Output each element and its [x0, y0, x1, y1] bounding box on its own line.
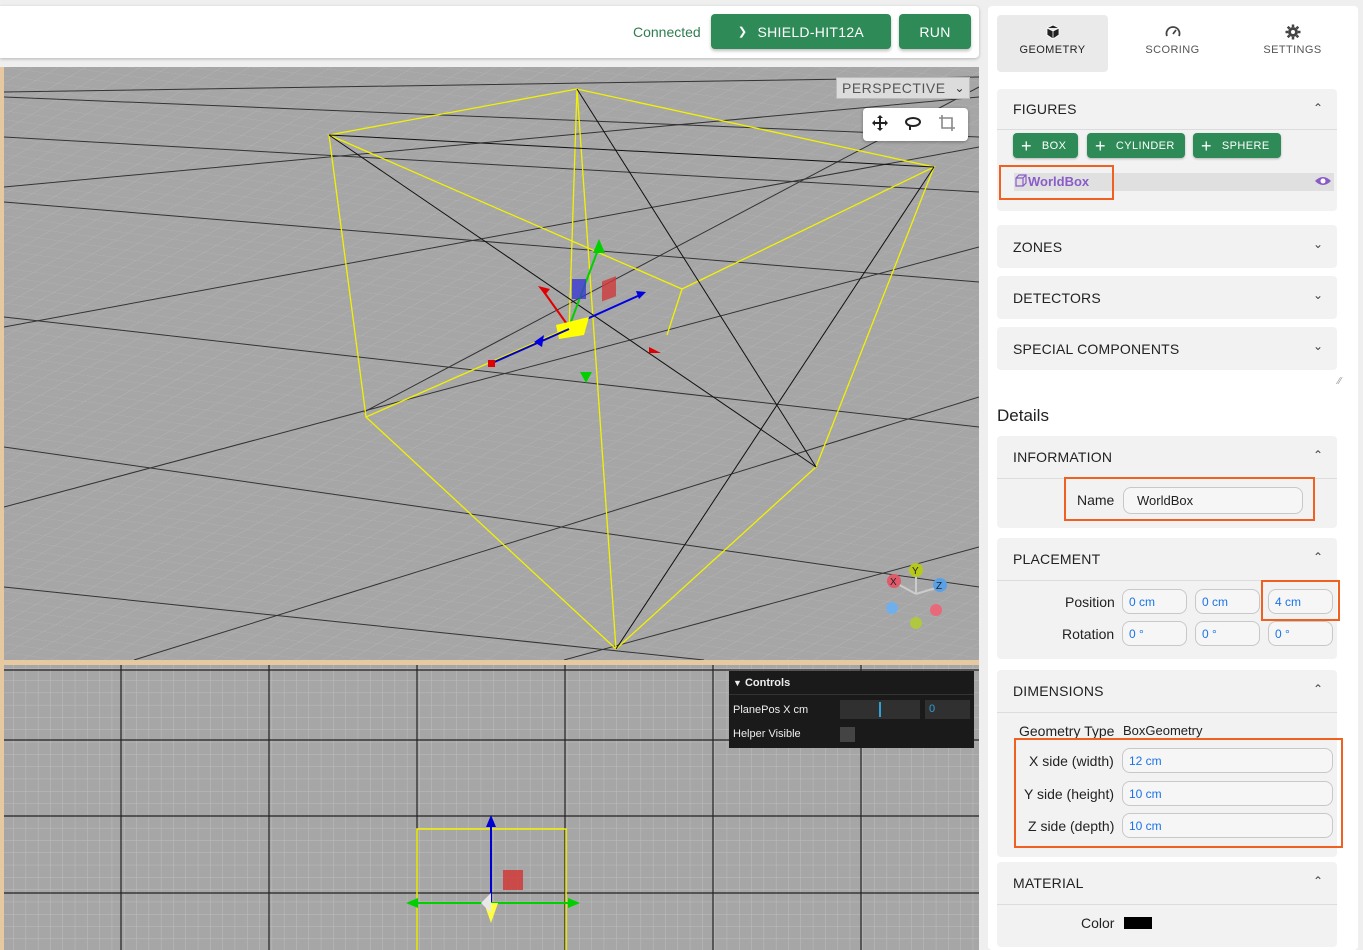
- tab-scoring-label: SCORING: [1145, 44, 1200, 56]
- connection-status: Connected: [633, 24, 701, 40]
- slider-handle[interactable]: [879, 702, 881, 717]
- chevron-down-icon[interactable]: ⌄: [1313, 339, 1323, 353]
- plus-icon: +: [1095, 135, 1106, 156]
- add-sphere-button[interactable]: + SPHERE: [1193, 133, 1281, 158]
- controls-panel: ▼ Controls PlanePos X cm 0 Helper Visibl…: [729, 671, 974, 748]
- color-swatch[interactable]: [1124, 917, 1152, 929]
- svg-text:X: X: [890, 577, 897, 588]
- dimensions-title: DIMENSIONS: [1013, 683, 1104, 699]
- chevron-down-icon: ⌄: [954, 81, 965, 95]
- chevron-down-icon[interactable]: ⌄: [1313, 237, 1323, 251]
- perspective-viewport[interactable]: Y X Z: [4, 67, 979, 660]
- highlight-dimensions: [1014, 738, 1343, 848]
- gauge-icon: [1117, 24, 1228, 40]
- gear-icon: [1237, 24, 1348, 40]
- position-label: Position: [1065, 594, 1115, 610]
- chevron-up-icon[interactable]: ⌃: [1313, 101, 1323, 115]
- geometry-type-value: BoxGeometry: [1123, 723, 1203, 738]
- move-icon[interactable]: [871, 114, 889, 137]
- plus-icon: +: [1021, 135, 1032, 156]
- svg-text:Y: Y: [912, 566, 919, 577]
- position-x-input[interactable]: [1122, 589, 1187, 614]
- details-heading: Details: [997, 406, 1049, 425]
- highlight-position-z: [1261, 580, 1340, 621]
- placement-title: PLACEMENT: [1013, 551, 1101, 567]
- tab-scoring[interactable]: SCORING: [1117, 15, 1228, 72]
- geometry-type-label: Geometry Type: [1019, 723, 1115, 739]
- figures-title: FIGURES: [1013, 101, 1077, 117]
- rotation-label: Rotation: [1062, 626, 1115, 642]
- add-cylinder-label: CYLINDER: [1115, 139, 1175, 152]
- chevron-down-icon[interactable]: ⌄: [1313, 288, 1323, 302]
- position-y-input[interactable]: [1195, 589, 1260, 614]
- special-components-section[interactable]: SPECIAL COMPONENTS ⌄: [997, 327, 1337, 370]
- chevron-up-icon[interactable]: ⌃: [1313, 682, 1323, 696]
- tab-settings-label: SETTINGS: [1263, 44, 1322, 56]
- rotate-icon[interactable]: [904, 114, 922, 137]
- detectors-title: DETECTORS: [1013, 290, 1101, 306]
- add-sphere-label: SPHERE: [1221, 139, 1270, 152]
- chevron-up-icon[interactable]: ⌃: [1313, 550, 1323, 564]
- chevron-down-icon: ❯: [737, 26, 748, 38]
- svg-text:Z: Z: [936, 581, 942, 592]
- scale-icon[interactable]: [938, 114, 956, 137]
- section-divider: [997, 712, 1337, 713]
- helper-visible-label: Helper Visible: [733, 728, 801, 740]
- camera-mode-value: PERSPECTIVE: [842, 80, 946, 96]
- highlight-worldbox-item: [999, 165, 1114, 200]
- device-label: SHIELD-HIT12A: [757, 23, 865, 40]
- plus-icon: +: [1201, 135, 1212, 156]
- run-button[interactable]: RUN: [899, 14, 971, 49]
- tab-geometry-label: GEOMETRY: [1019, 44, 1086, 56]
- camera-mode-select[interactable]: PERSPECTIVE ⌄: [836, 77, 970, 99]
- rotation-z-input[interactable]: [1268, 621, 1333, 646]
- material-title: MATERIAL: [1013, 875, 1084, 891]
- chevron-down-icon: ▼: [733, 678, 742, 688]
- controls-header[interactable]: ▼ Controls: [729, 671, 974, 695]
- color-label: Color: [1081, 915, 1115, 931]
- zones-title: ZONES: [1013, 239, 1063, 255]
- eye-icon[interactable]: [1314, 174, 1332, 193]
- resize-handle-icon[interactable]: ∕∕: [1338, 376, 1341, 387]
- section-divider: [997, 904, 1337, 905]
- chevron-up-icon[interactable]: ⌃: [1313, 448, 1323, 462]
- planepos-label: PlanePos X cm: [733, 704, 809, 716]
- add-box-button[interactable]: + BOX: [1013, 133, 1078, 158]
- planepos-slider[interactable]: [840, 700, 920, 719]
- top-bar: Connected ❯ SHIELD-HIT12A RUN: [0, 6, 979, 58]
- cube-icon: [997, 24, 1108, 40]
- device-select-button[interactable]: ❯ SHIELD-HIT12A: [711, 14, 891, 49]
- scene-3d: Y X Z: [4, 67, 979, 660]
- tab-geometry[interactable]: GEOMETRY: [997, 15, 1108, 72]
- material-section: MATERIAL ⌃: [997, 862, 1337, 947]
- detectors-section[interactable]: DETECTORS ⌄: [997, 276, 1337, 319]
- transform-toolbox: [863, 108, 968, 141]
- special-components-title: SPECIAL COMPONENTS: [1013, 341, 1180, 357]
- planepos-input[interactable]: 0: [925, 700, 970, 719]
- add-box-label: BOX: [1041, 139, 1067, 152]
- section-divider: [997, 129, 1337, 130]
- controls-title: Controls: [744, 677, 791, 689]
- highlight-name-field: [1064, 477, 1315, 521]
- zones-section[interactable]: ZONES ⌄: [997, 225, 1337, 268]
- tab-settings[interactable]: SETTINGS: [1237, 15, 1348, 72]
- rotation-y-input[interactable]: [1195, 621, 1260, 646]
- add-cylinder-button[interactable]: + CYLINDER: [1087, 133, 1185, 158]
- rotation-x-input[interactable]: [1122, 621, 1187, 646]
- information-title: INFORMATION: [1013, 449, 1113, 465]
- chevron-up-icon[interactable]: ⌃: [1313, 874, 1323, 888]
- helper-visible-checkbox[interactable]: [840, 727, 855, 742]
